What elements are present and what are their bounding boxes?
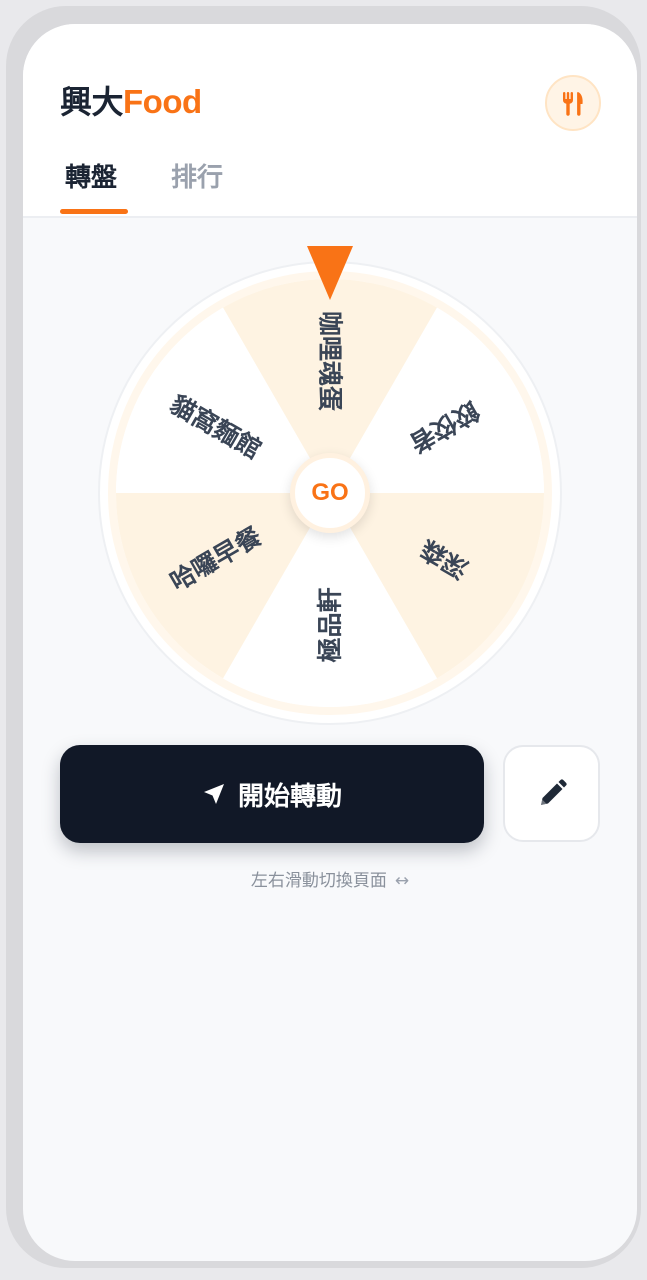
- device-frame: 興大Food 轉盤 排行 咖哩魂蛋 餃佼者 深森 極品軒 哈囉早餐 貓窩麵館 G…: [6, 6, 641, 1268]
- wheel-segment-label: 咖哩魂蛋: [316, 311, 345, 411]
- logo-text-en: Food: [123, 83, 202, 120]
- swipe-hint: 左右滑動切換頁面 ↔: [23, 868, 637, 894]
- app-logo: 興大Food: [60, 80, 202, 124]
- menu-icon-button[interactable]: [545, 75, 601, 131]
- fork-knife-icon: [562, 92, 583, 116]
- swipe-hint-text: 左右滑動切換頁面: [250, 871, 387, 891]
- start-spin-button[interactable]: 開始轉動: [60, 745, 484, 843]
- wheel-segment-label: 極品軒: [316, 587, 345, 662]
- edit-button[interactable]: [503, 745, 600, 842]
- app-screen: 興大Food 轉盤 排行 咖哩魂蛋 餃佼者 深森 極品軒 哈囉早餐 貓窩麵館 G…: [23, 24, 637, 1261]
- pencil-icon: [540, 778, 567, 805]
- spin-wheel[interactable]: 咖哩魂蛋 餃佼者 深森 極品軒 哈囉早餐 貓窩麵館 GO: [97, 260, 563, 726]
- active-tab-indicator: [60, 209, 128, 214]
- start-spin-label: 開始轉動: [237, 781, 342, 812]
- navigation-arrow-icon: [203, 784, 224, 804]
- tab-ranking[interactable]: 排行: [171, 158, 223, 198]
- pointer-triangle-icon: [307, 246, 353, 300]
- go-button[interactable]: GO: [290, 453, 370, 533]
- tab-spin[interactable]: 轉盤: [65, 158, 117, 198]
- logo-text-cn: 興大: [60, 83, 124, 121]
- app-header: 興大Food 轉盤 排行: [23, 24, 637, 218]
- left-right-arrow-icon: ↔: [394, 871, 410, 891]
